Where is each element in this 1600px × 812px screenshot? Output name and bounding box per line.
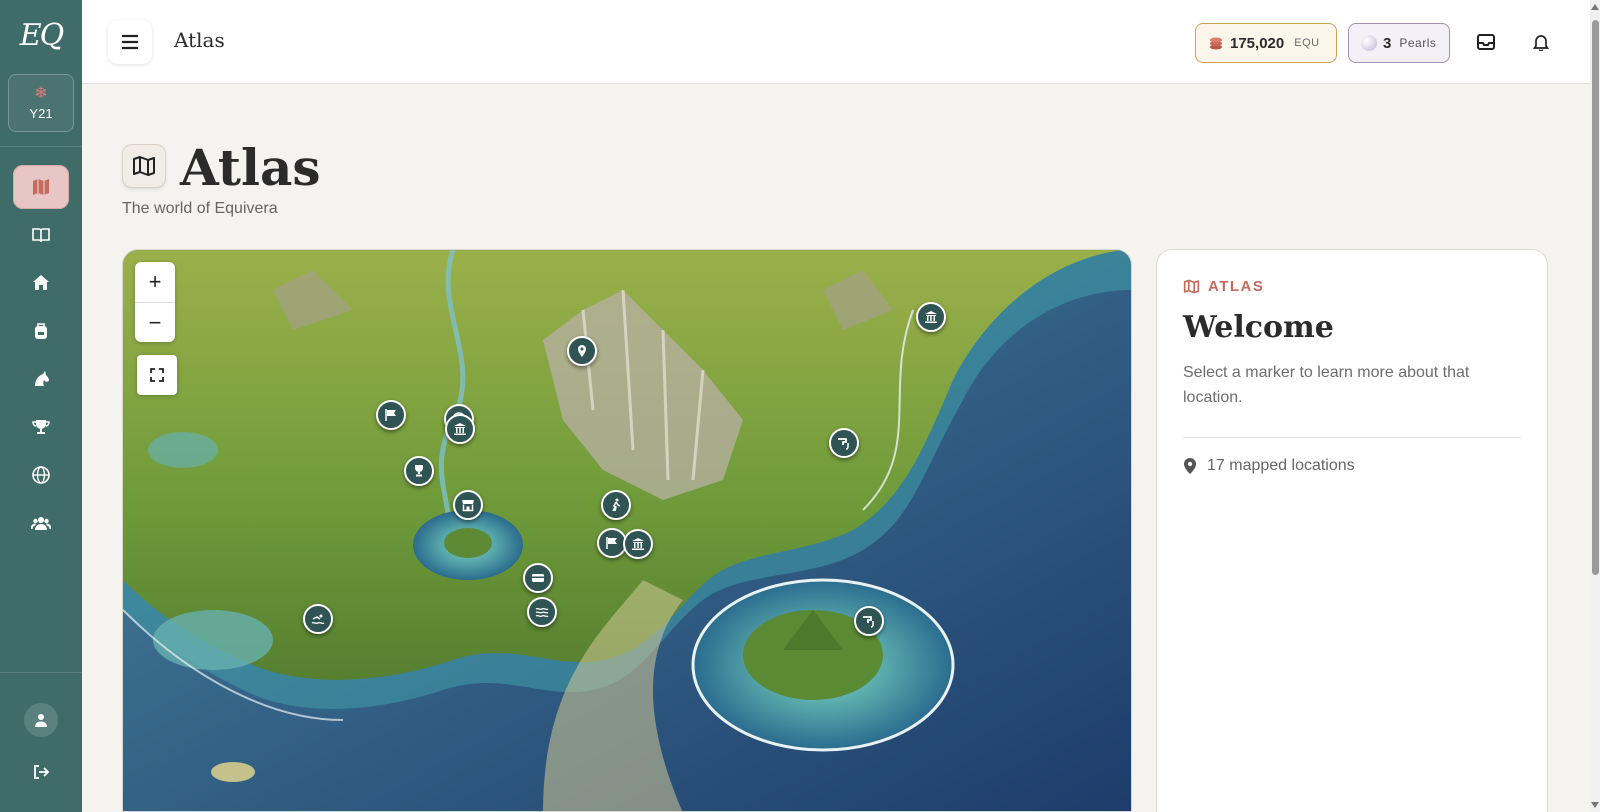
location-info-panel: ATLAS Welcome Select a marker to learn m… xyxy=(1156,249,1548,812)
notifications-button[interactable] xyxy=(1527,28,1555,56)
world-map[interactable]: + − xyxy=(122,249,1132,812)
flag-icon xyxy=(385,409,396,421)
sidebar-footer xyxy=(0,672,82,812)
map-marker-tap[interactable] xyxy=(854,606,884,636)
sidebar-item-journal[interactable] xyxy=(13,213,69,257)
top-bar-title: Atlas xyxy=(174,28,225,52)
sidebar-item-community[interactable] xyxy=(13,501,69,545)
home-icon xyxy=(33,275,49,290)
map-marker-water[interactable] xyxy=(527,597,557,627)
app-logo[interactable]: EQ xyxy=(20,18,64,58)
users-icon xyxy=(31,517,51,530)
museum-icon xyxy=(454,423,466,435)
mapped-locations-count: 17 mapped locations xyxy=(1183,457,1355,475)
map-marker-museum[interactable] xyxy=(916,302,946,332)
sidebar-nav xyxy=(13,165,69,545)
fullscreen-button[interactable] xyxy=(137,355,177,395)
fullscreen-icon xyxy=(150,368,164,382)
zoom-in-button[interactable]: + xyxy=(135,262,175,302)
equ-balance[interactable]: 175,020 EQU xyxy=(1195,23,1337,63)
sidebar-item-atlas[interactable] xyxy=(13,165,69,209)
map-icon xyxy=(133,156,155,176)
globe-icon xyxy=(32,466,50,484)
museum-icon xyxy=(925,311,937,323)
sidebar-item-home[interactable] xyxy=(13,261,69,305)
pearls-amount: 3 xyxy=(1383,34,1392,52)
snowflake-icon: ❄ xyxy=(34,84,48,102)
scrollbar-thumb[interactable] xyxy=(1592,20,1599,575)
scroll-up-arrow-icon[interactable] xyxy=(1591,4,1599,10)
water-icon xyxy=(535,607,549,618)
coins-icon xyxy=(1210,37,1222,50)
map-marker-trophy[interactable] xyxy=(404,456,434,486)
sidebar-item-horses[interactable] xyxy=(13,357,69,401)
hiker-icon xyxy=(612,498,621,512)
card-icon xyxy=(532,574,544,582)
panel-title: Welcome xyxy=(1183,310,1334,345)
map-marker-tap[interactable] xyxy=(829,428,859,458)
shop-icon xyxy=(462,500,474,512)
map-marker-museum[interactable] xyxy=(445,414,475,444)
map-marker-riding[interactable] xyxy=(601,490,631,520)
logout-button[interactable] xyxy=(32,763,50,786)
logout-icon xyxy=(34,765,50,779)
mapped-locations-label: 17 mapped locations xyxy=(1207,457,1355,474)
book-icon xyxy=(32,228,50,243)
trophy-icon xyxy=(32,420,50,434)
scroll-down-arrow-icon[interactable] xyxy=(1591,802,1599,808)
panel-kicker-label: ATLAS xyxy=(1208,278,1265,295)
map-marker-museum[interactable] xyxy=(623,529,653,559)
trophy-icon xyxy=(415,465,423,477)
tap-icon xyxy=(838,438,849,450)
map-marker-flag[interactable] xyxy=(376,400,406,430)
inbox-button[interactable] xyxy=(1472,28,1500,56)
pin-icon xyxy=(578,345,586,357)
map-icon xyxy=(33,179,49,195)
map-marker-card[interactable] xyxy=(523,563,553,593)
page-subtitle: The world of Equivera xyxy=(122,200,278,217)
backpack-icon xyxy=(35,323,47,339)
top-bar: Atlas 175,020 EQU 3 Pearls xyxy=(82,0,1600,84)
panel-kicker: ATLAS xyxy=(1183,278,1264,295)
panel-divider xyxy=(1183,437,1521,438)
map-marker-shop[interactable] xyxy=(453,490,483,520)
map-marker-pin[interactable] xyxy=(567,336,597,366)
sidebar-item-inventory[interactable] xyxy=(13,309,69,353)
atlas-header-icon xyxy=(122,144,166,188)
sidebar-item-world[interactable] xyxy=(13,453,69,497)
profile-avatar[interactable] xyxy=(24,703,58,737)
user-icon xyxy=(35,714,47,727)
inbox-icon xyxy=(1477,34,1495,50)
bell-icon xyxy=(1533,35,1549,51)
flag-icon xyxy=(606,537,617,549)
year-label: Y21 xyxy=(29,105,53,121)
page-title: Atlas xyxy=(180,138,321,197)
pearl-icon xyxy=(1361,35,1377,51)
map-marker-swim[interactable] xyxy=(303,604,333,634)
year-badge[interactable]: ❄ Y21 xyxy=(8,74,74,132)
pearls-balance[interactable]: 3 Pearls xyxy=(1348,23,1450,63)
swim-icon xyxy=(311,614,325,625)
equ-amount: 175,020 xyxy=(1230,34,1285,52)
menu-button[interactable] xyxy=(108,20,152,64)
sidebar: EQ ❄ Y21 xyxy=(0,0,82,812)
sidebar-item-competitions[interactable] xyxy=(13,405,69,449)
map-icon xyxy=(1183,279,1200,294)
zoom-controls: + − xyxy=(135,262,175,342)
pearls-unit: Pearls xyxy=(1399,36,1437,50)
hamburger-icon xyxy=(122,34,138,50)
sidebar-divider xyxy=(0,146,82,147)
page-scrollbar[interactable] xyxy=(1590,0,1600,812)
tap-icon xyxy=(863,616,874,628)
museum-icon xyxy=(632,538,644,550)
zoom-out-button[interactable]: − xyxy=(135,302,175,342)
pin-icon xyxy=(1184,458,1196,474)
panel-description: Select a marker to learn more about that… xyxy=(1183,364,1470,406)
horse-icon xyxy=(35,371,49,386)
map-terrain-image xyxy=(123,250,1131,811)
equ-unit: EQU xyxy=(1294,37,1320,49)
